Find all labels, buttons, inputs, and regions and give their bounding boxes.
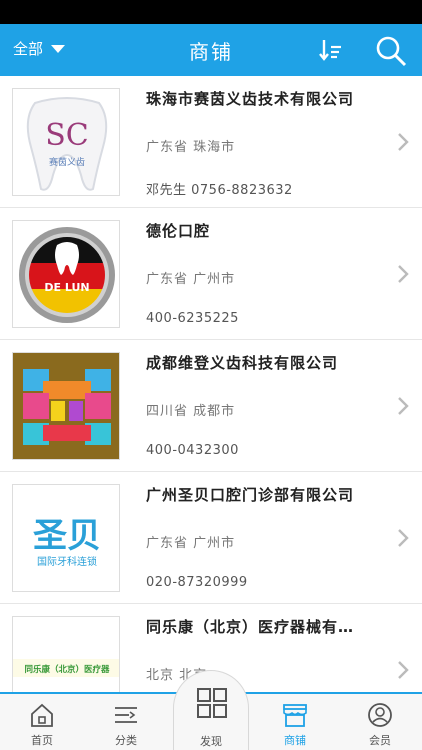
shop-region: 四川省 成都市 — [146, 404, 236, 419]
shop-row[interactable]: SC 赛茵义齿 珠海市赛茵义齿技术有限公司 广东省 珠海市 邓先生 0756-8… — [0, 76, 422, 208]
tab-label: 会员 — [369, 734, 391, 747]
shop-icon — [283, 704, 307, 727]
search-button[interactable] — [374, 34, 408, 68]
shop-logo: SC 赛茵义齿 — [12, 88, 120, 196]
app-header: 全部 商铺 — [0, 24, 422, 76]
home-icon — [31, 703, 53, 727]
shop-logo: DE LUN — [12, 220, 120, 328]
sort-button[interactable] — [318, 37, 344, 63]
chevron-right-icon — [398, 661, 409, 679]
category-icon — [115, 707, 137, 723]
svg-text:赛茵义齿: 赛茵义齿 — [49, 156, 85, 168]
shop-phone: 400-0432300 — [146, 443, 239, 458]
svg-text:SC: SC — [45, 118, 89, 153]
tab-discover[interactable]: 发现 — [173, 670, 249, 750]
tab-label: 首页 — [31, 734, 53, 747]
shop-list: SC 赛茵义齿 珠海市赛茵义齿技术有限公司 广东省 珠海市 邓先生 0756-8… — [0, 76, 422, 692]
shop-name: 德伦口腔 — [146, 222, 211, 240]
search-icon — [376, 36, 407, 67]
shop-name: 广州圣贝口腔门诊部有限公司 — [146, 486, 355, 504]
shop-phone: 020-87320999 — [146, 575, 248, 590]
chevron-right-icon — [398, 529, 409, 547]
shop-logo: 同乐康（北京）医疗器 — [12, 616, 120, 692]
tab-member[interactable]: 会员 — [338, 694, 422, 750]
chevron-right-icon — [398, 133, 409, 151]
chevron-right-icon — [398, 397, 409, 415]
page-title: 商铺 — [189, 40, 233, 64]
shop-region: 广东省 广州市 — [146, 536, 236, 551]
sort-icon — [319, 40, 341, 61]
shop-row[interactable]: 圣贝 国际牙科连锁 广州圣贝口腔门诊部有限公司 广东省 广州市 020-8732… — [0, 472, 422, 604]
shop-phone: 邓先生 0756-8823632 — [146, 183, 293, 198]
shop-name: 成都维登义齿科技有限公司 — [146, 354, 339, 372]
shop-region: 广东省 珠海市 — [146, 140, 236, 155]
shop-logo — [12, 352, 120, 460]
shop-name: 珠海市赛茵义齿技术有限公司 — [146, 90, 355, 108]
shop-region: 广东省 广州市 — [146, 272, 236, 287]
chevron-right-icon — [398, 265, 409, 283]
shop-row[interactable]: DE LUN 德伦口腔 广东省 广州市 400-6235225 — [0, 208, 422, 340]
tab-shop[interactable]: 商铺 — [253, 694, 337, 750]
svg-text:圣贝: 圣贝 — [33, 516, 101, 556]
shop-phone: 400-6235225 — [146, 311, 239, 326]
svg-text:国际牙科连锁: 国际牙科连锁 — [37, 555, 97, 568]
svg-text:DE LUN: DE LUN — [44, 281, 89, 294]
tab-label: 分类 — [115, 734, 137, 747]
tab-label: 发现 — [200, 735, 222, 748]
member-icon — [368, 703, 392, 727]
shop-row[interactable]: 成都维登义齿科技有限公司 四川省 成都市 400-0432300 — [0, 340, 422, 472]
svg-text:同乐康（北京）医疗器: 同乐康（北京）医疗器 — [24, 664, 110, 675]
tab-label: 商铺 — [284, 734, 306, 747]
shop-logo: 圣贝 国际牙科连锁 — [12, 484, 120, 592]
shop-name: 同乐康（北京）医疗器械有… — [146, 618, 355, 636]
tab-home[interactable]: 首页 — [0, 694, 84, 750]
tab-category[interactable]: 分类 — [84, 694, 168, 750]
status-bar — [0, 0, 422, 24]
discover-icon — [197, 688, 227, 718]
